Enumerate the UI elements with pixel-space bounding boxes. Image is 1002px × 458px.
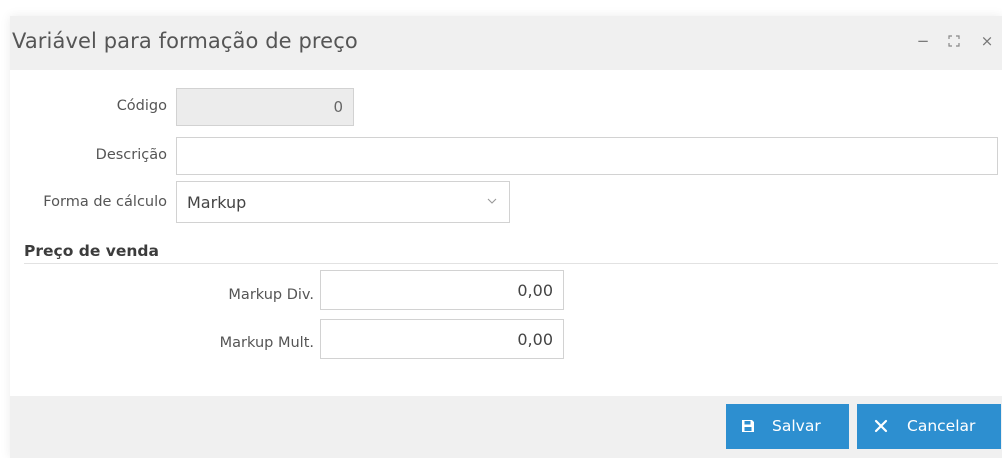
cancel-button[interactable]: Cancelar — [857, 404, 1001, 449]
descricao-label: Descrição — [95, 147, 167, 163]
codigo-label: Código — [116, 98, 167, 114]
markup-div-field[interactable] — [320, 270, 564, 310]
forma-calculo-value: Markup — [187, 193, 247, 212]
dialog-window: Variável para formação de preço − × Códi… — [10, 16, 1002, 458]
dialog-title: Variável para formação de preço — [12, 29, 358, 53]
forma-calculo-select[interactable]: Markup — [176, 181, 510, 223]
chevron-down-icon — [487, 198, 497, 204]
markup-mult-field[interactable] — [320, 319, 564, 359]
dialog-footer: Salvar Cancelar — [10, 396, 1002, 458]
dialog-titlebar: Variável para formação de preço − × — [10, 16, 1002, 70]
maximize-icon[interactable] — [945, 31, 963, 51]
section-divider — [24, 263, 998, 264]
floppy-disk-icon — [742, 420, 754, 432]
forma-calculo-label: Forma de cálculo — [43, 194, 167, 210]
minimize-icon[interactable]: − — [914, 31, 932, 51]
markup-div-label: Markup Div. — [228, 287, 314, 303]
markup-mult-label: Markup Mult. — [219, 335, 314, 351]
cancel-button-label: Cancelar — [907, 417, 976, 435]
descricao-field[interactable] — [176, 137, 998, 175]
close-icon[interactable]: × — [978, 31, 996, 51]
close-icon — [874, 419, 888, 433]
save-button-label: Salvar — [772, 417, 821, 435]
save-button[interactable]: Salvar — [726, 404, 849, 449]
preco-venda-section-title: Preço de venda — [24, 242, 159, 260]
codigo-field[interactable] — [176, 88, 354, 126]
